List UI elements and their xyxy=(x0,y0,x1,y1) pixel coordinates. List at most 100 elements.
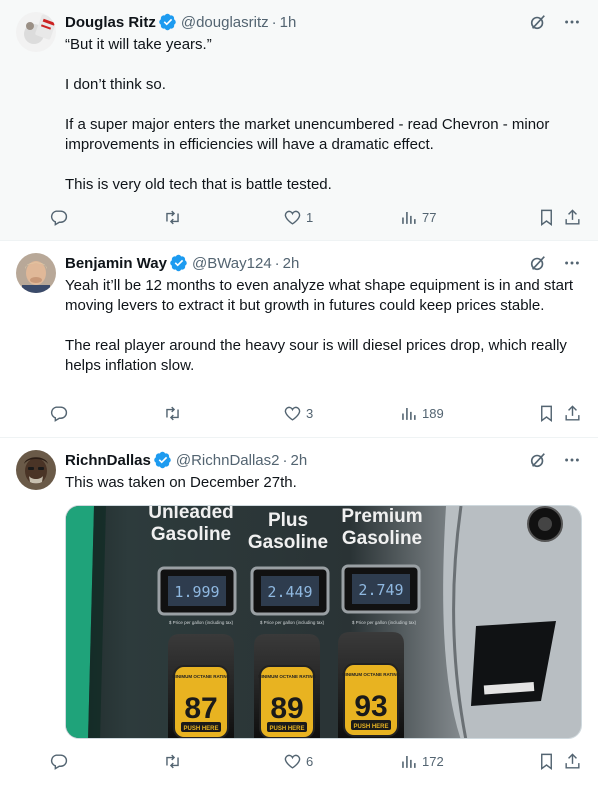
retweet-button[interactable] xyxy=(163,752,186,771)
share-icon xyxy=(565,404,580,421)
like-count: 1 xyxy=(306,209,314,225)
like-count: 3 xyxy=(306,405,314,421)
bookmark-icon xyxy=(541,753,552,770)
retweet-button[interactable] xyxy=(163,208,186,227)
views-button[interactable]: 189 xyxy=(399,404,444,423)
like-icon xyxy=(284,406,301,421)
timestamp[interactable]: 2h xyxy=(283,255,300,272)
views-count: 189 xyxy=(422,405,444,421)
reply-button[interactable] xyxy=(49,404,72,423)
tweet-paragraph: Yeah it’ll be 12 months to even analyze … xyxy=(65,277,574,314)
views-button[interactable]: 172 xyxy=(399,752,444,771)
share-button[interactable] xyxy=(563,752,582,771)
views-button[interactable]: 77 xyxy=(399,208,436,227)
avatar[interactable] xyxy=(16,12,56,52)
tweet[interactable]: Douglas Ritz @douglasritz · 1h “But it w… xyxy=(0,0,598,241)
grok-icon[interactable] xyxy=(528,12,548,32)
octane-caption: MINIMUM OCTANE RATING xyxy=(342,672,401,677)
bookmark-button[interactable] xyxy=(537,752,556,771)
reply-icon xyxy=(50,209,68,226)
tweet[interactable]: RichnDallas @RichnDallas2 · 2h This was … xyxy=(0,438,598,785)
tweet-paragraph: The real player around the heavy sour is… xyxy=(65,337,567,374)
bookmark-button[interactable] xyxy=(537,404,556,423)
tweet[interactable]: Benjamin Way @BWay124 · 2h Yeah it’ll be… xyxy=(0,241,598,438)
more-icon[interactable] xyxy=(562,253,582,273)
octane-number: 87 xyxy=(184,692,217,725)
retweet-button[interactable] xyxy=(163,404,186,423)
timestamp[interactable]: 2h xyxy=(290,452,307,469)
verified-badge-icon xyxy=(154,451,172,469)
separator-dot: · xyxy=(271,13,277,31)
bookmark-button[interactable] xyxy=(537,208,556,227)
author-handle[interactable]: @douglasritz xyxy=(181,14,269,31)
like-count: 6 xyxy=(306,753,314,769)
like-icon xyxy=(284,754,301,769)
like-button[interactable]: 1 xyxy=(283,208,313,227)
like-icon xyxy=(284,210,301,225)
share-icon xyxy=(565,752,580,769)
author-name[interactable]: Benjamin Way xyxy=(65,255,167,272)
grade-label: Gasoline xyxy=(151,524,231,545)
grade-label: Gasoline xyxy=(248,532,328,553)
price-readout: 2.749 xyxy=(358,581,403,599)
price-displays: 1.999 2.449 2.749 xyxy=(157,564,421,616)
price-caption: $ Price per gallon (including tax) xyxy=(169,620,234,625)
octane-caption: MINIMUM OCTANE RATING xyxy=(172,674,231,679)
more-icon[interactable] xyxy=(562,450,582,470)
tweet-photo[interactable]: Unleaded Gasoline Plus Gasoline Premium … xyxy=(65,505,582,739)
tweet-text: This was taken on December 27th. xyxy=(65,473,582,493)
octane-number: 89 xyxy=(270,692,303,725)
more-icon[interactable] xyxy=(562,12,582,32)
author-name[interactable]: Douglas Ritz xyxy=(65,14,156,31)
grade-label: Gasoline xyxy=(342,528,422,549)
grok-icon[interactable] xyxy=(528,450,548,470)
push-here-label: PUSH HERE xyxy=(353,724,388,730)
reply-icon xyxy=(50,405,68,422)
like-button[interactable]: 6 xyxy=(283,752,313,771)
reply-button[interactable] xyxy=(49,208,72,227)
verified-badge-icon xyxy=(159,13,177,31)
views-count: 172 xyxy=(422,753,444,769)
grok-icon[interactable] xyxy=(528,253,548,273)
separator-dot: · xyxy=(274,254,280,272)
price-readout: 1.999 xyxy=(174,583,219,601)
grade-buttons: MINIMUM OCTANE RATING 87 PUSH HERE MINIM… xyxy=(168,632,404,738)
tweet-text: Yeah it’ll be 12 months to even analyze … xyxy=(65,276,582,376)
separator-dot: · xyxy=(282,451,288,469)
octane-number: 93 xyxy=(354,690,387,723)
tweet-paragraph: If a super major enters the market unenc… xyxy=(65,116,550,153)
author-handle[interactable]: @RichnDallas2 xyxy=(176,452,280,469)
views-icon xyxy=(402,211,416,224)
author-name[interactable]: RichnDallas xyxy=(65,452,151,469)
views-icon xyxy=(402,755,416,768)
reply-feed: Douglas Ritz @douglasritz · 1h “But it w… xyxy=(0,0,598,785)
avatar[interactable] xyxy=(16,450,56,490)
like-button[interactable]: 3 xyxy=(283,404,313,423)
price-caption: $ Price per gallon (including tax) xyxy=(260,620,325,625)
grade-label: Premium xyxy=(341,506,422,527)
bookmark-icon xyxy=(541,405,552,422)
retweet-icon xyxy=(166,406,179,420)
gas-pump-photo: Unleaded Gasoline Plus Gasoline Premium … xyxy=(66,506,581,738)
tweet-paragraph: This is very old tech that is battle tes… xyxy=(65,176,332,193)
grade-label: Plus xyxy=(268,510,308,531)
retweet-icon xyxy=(166,210,179,224)
timestamp[interactable]: 1h xyxy=(280,14,297,31)
reply-button[interactable] xyxy=(49,752,72,771)
share-icon xyxy=(565,208,580,225)
views-count: 77 xyxy=(422,209,437,225)
tweet-paragraph: I don’t think so. xyxy=(65,76,166,93)
push-here-label: PUSH HERE xyxy=(269,726,304,732)
views-icon xyxy=(402,407,416,420)
price-readout: 2.449 xyxy=(267,583,312,601)
share-button[interactable] xyxy=(563,404,582,423)
avatar[interactable] xyxy=(16,253,56,293)
action-bar: 3 189 xyxy=(49,403,582,423)
share-button[interactable] xyxy=(563,208,582,227)
author-handle[interactable]: @BWay124 xyxy=(192,255,272,272)
tweet-paragraph: “But it will take years.” xyxy=(65,36,212,53)
reply-icon xyxy=(50,753,68,770)
push-here-label: PUSH HERE xyxy=(183,726,218,732)
tweet-text: “But it will take years.” I don’t think … xyxy=(65,35,582,195)
tweet-paragraph: This was taken on December 27th. xyxy=(65,474,297,491)
